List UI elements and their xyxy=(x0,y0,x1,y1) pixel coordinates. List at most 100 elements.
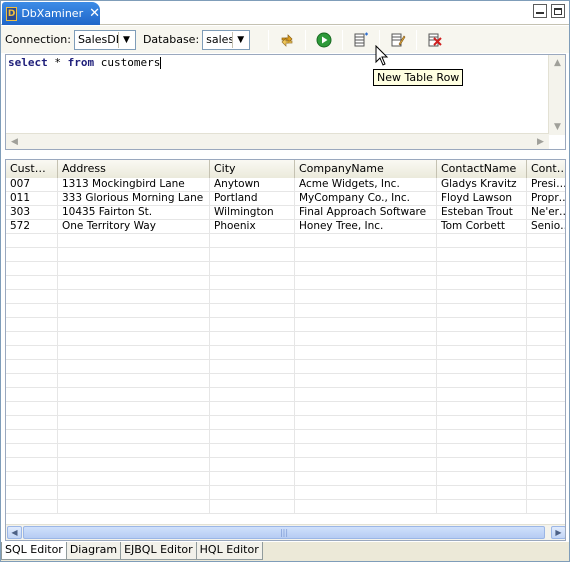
table-cell xyxy=(6,234,58,248)
maximize-button[interactable] xyxy=(551,4,565,18)
table-cell xyxy=(295,500,437,514)
column-header[interactable]: CompanyName xyxy=(295,160,437,178)
table-cell xyxy=(527,248,565,262)
maximize-icon xyxy=(554,7,562,15)
table-cell xyxy=(6,416,58,430)
column-header[interactable]: Address xyxy=(58,160,210,178)
table-cell xyxy=(295,360,437,374)
column-header[interactable]: ContactName xyxy=(437,160,527,178)
table-cell[interactable]: Anytown xyxy=(210,178,295,192)
scrollbar-thumb[interactable]: ||| xyxy=(23,526,545,539)
scroll-up-icon[interactable]: ▲ xyxy=(549,55,566,71)
table-cell xyxy=(58,248,210,262)
scroll-right-icon[interactable]: ▶ xyxy=(532,134,549,150)
table-cell[interactable]: One Territory Way xyxy=(58,220,210,234)
connection-value: SalesDB xyxy=(77,33,124,46)
table-cell[interactable]: Presi… xyxy=(527,178,565,192)
connection-label: Connection: xyxy=(5,33,71,46)
column-header[interactable]: City xyxy=(210,160,295,178)
empty-row xyxy=(6,304,565,318)
grid-body: 007 1313 Mockingbird Lane Anytown Acme Widg… xyxy=(6,178,565,514)
table-cell[interactable]: Acme Widgets, Inc. xyxy=(295,178,437,192)
table-cell[interactable]: Wilmington xyxy=(210,206,295,220)
table-row[interactable]: 011 333 Glorious Morning Lane Portland MyCo… xyxy=(6,192,565,206)
empty-row xyxy=(6,318,565,332)
table-cell[interactable]: Senio… xyxy=(527,220,565,234)
table-cell[interactable]: Floyd Lawson xyxy=(437,192,527,206)
tab-ejbql-editor[interactable]: EJBQL Editor xyxy=(120,542,197,560)
view-tab-dbxaminer[interactable]: D DbXaminer ✕ xyxy=(2,2,100,25)
sql-editor[interactable]: select * from customers ▲ ▼ ◀ ▶ xyxy=(5,54,566,150)
table-cell[interactable]: Esteban Trout xyxy=(437,206,527,220)
table-cell[interactable]: 007 xyxy=(6,178,58,192)
table-cell[interactable]: Gladys Kravitz xyxy=(437,178,527,192)
scroll-left-icon[interactable]: ◀ xyxy=(6,134,23,150)
table-cell xyxy=(210,234,295,248)
table-cell xyxy=(437,262,527,276)
delete-row-button[interactable] xyxy=(425,30,445,50)
table-cell xyxy=(437,500,527,514)
delete-row-icon xyxy=(428,33,442,46)
run-button[interactable] xyxy=(314,30,334,50)
run-icon xyxy=(316,32,332,47)
connection-select[interactable]: SalesDB ▼ xyxy=(73,29,136,50)
table-cell[interactable]: Tom Corbett xyxy=(437,220,527,234)
view-title-bar: D DbXaminer ✕ xyxy=(1,1,569,25)
table-cell xyxy=(527,332,565,346)
column-header[interactable]: Cont… xyxy=(527,160,565,178)
table-cell[interactable]: 333 Glorious Morning Lane xyxy=(58,192,210,206)
table-cell xyxy=(58,458,210,472)
table-cell xyxy=(437,248,527,262)
tab-diagram[interactable]: Diagram xyxy=(65,542,122,560)
new-table-row-icon xyxy=(354,32,369,46)
table-cell[interactable]: Final Approach Software xyxy=(295,206,437,220)
new-table-row-button[interactable] xyxy=(351,30,371,50)
chevron-down-icon[interactable]: ▼ xyxy=(117,31,134,48)
table-row[interactable]: 007 1313 Mockingbird Lane Anytown Acme Widg… xyxy=(6,178,565,192)
scroll-down-icon[interactable]: ▼ xyxy=(549,119,566,135)
grid-horizontal-scrollbar[interactable]: ◀ ||| ▶ xyxy=(6,524,565,540)
table-cell[interactable]: Honey Tree, Inc. xyxy=(295,220,437,234)
close-icon[interactable]: ✕ xyxy=(89,6,100,21)
table-cell[interactable]: Phoenix xyxy=(210,220,295,234)
table-cell xyxy=(437,304,527,318)
column-header[interactable]: Cust… xyxy=(6,160,58,178)
refresh-button[interactable] xyxy=(277,30,297,50)
table-cell[interactable]: 10435 Fairton St. xyxy=(58,206,210,220)
table-cell xyxy=(6,486,58,500)
tab-hql-editor[interactable]: HQL Editor xyxy=(195,542,263,560)
table-cell xyxy=(6,430,58,444)
table-cell[interactable]: 011 xyxy=(6,192,58,206)
table-row[interactable]: 572 One Territory Way Phoenix Honey Tree, I… xyxy=(6,220,565,234)
table-cell[interactable]: Propr… xyxy=(527,192,565,206)
table-cell xyxy=(527,346,565,360)
edit-row-button[interactable] xyxy=(388,30,408,50)
table-cell xyxy=(6,472,58,486)
results-grid[interactable]: Cust… Address City CompanyName ContactName Co… xyxy=(5,159,566,541)
table-cell[interactable]: 303 xyxy=(6,206,58,220)
chevron-down-icon[interactable]: ▼ xyxy=(232,31,249,48)
table-cell xyxy=(58,486,210,500)
table-cell xyxy=(437,290,527,304)
table-cell[interactable]: MyCompany Co., Inc. xyxy=(295,192,437,206)
table-cell[interactable]: Ne'er… xyxy=(527,206,565,220)
minimize-button[interactable] xyxy=(533,4,547,18)
scroll-left-icon[interactable]: ◀ xyxy=(7,526,22,539)
editor-vertical-scrollbar[interactable]: ▲ ▼ xyxy=(548,55,565,135)
table-cell[interactable]: 572 xyxy=(6,220,58,234)
tab-sql-editor[interactable]: SQL Editor xyxy=(1,542,67,560)
table-row[interactable]: 303 10435 Fairton St. Wilmington Final Appr… xyxy=(6,206,565,220)
table-cell xyxy=(295,248,437,262)
table-cell xyxy=(6,276,58,290)
database-select[interactable]: sales ▼ xyxy=(202,29,251,50)
table-cell xyxy=(6,500,58,514)
table-cell[interactable]: 1313 Mockingbird Lane xyxy=(58,178,210,192)
table-cell[interactable]: Portland xyxy=(210,192,295,206)
table-cell xyxy=(210,416,295,430)
sql-text[interactable]: select * from customers xyxy=(8,56,162,69)
table-cell xyxy=(437,402,527,416)
table-cell xyxy=(295,318,437,332)
editor-horizontal-scrollbar[interactable]: ◀ ▶ xyxy=(6,133,549,149)
scroll-right-icon[interactable]: ▶ xyxy=(551,526,565,539)
table-cell xyxy=(437,486,527,500)
